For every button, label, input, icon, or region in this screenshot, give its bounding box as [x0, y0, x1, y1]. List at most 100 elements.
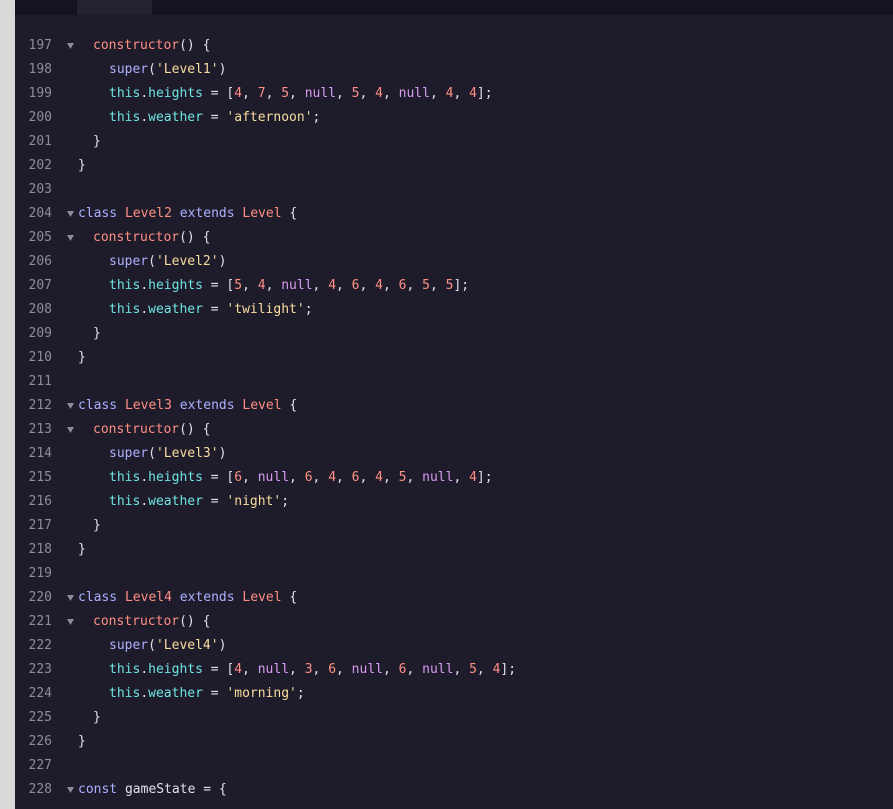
code-token: constructor — [93, 38, 180, 53]
code-line[interactable]: 212 class Level3 extends Level { — [15, 394, 893, 418]
code-line[interactable]: 223 this.heights = [4, null, 3, 6, null, … — [15, 658, 893, 682]
code-text: this.heights = [4, 7, 5, null, 5, 4, nul… — [78, 82, 493, 106]
fold-chevron-down-icon[interactable] — [65, 778, 75, 802]
line-number: 228 — [28, 782, 52, 797]
code-token: 5 — [234, 278, 243, 293]
code-token: , — [406, 278, 423, 293]
fold-chevron-down-icon[interactable] — [65, 418, 75, 442]
code-line[interactable]: 213 constructor() { — [15, 418, 893, 442]
code-token: ( — [148, 62, 156, 77]
code-line[interactable]: 228 const gameState = { — [15, 778, 893, 802]
code-token: heights — [148, 662, 203, 677]
code-editor-window: 197 constructor() {198 super('Level1') 199 t… — [0, 0, 893, 809]
code-line[interactable]: 204 class Level2 extends Level { — [15, 202, 893, 226]
line-number: 203 — [28, 182, 52, 197]
code-token: 6 — [234, 470, 243, 485]
code-line[interactable]: 203 — [15, 178, 893, 202]
fold-chevron-down-icon[interactable] — [65, 610, 75, 634]
code-line[interactable]: 207 this.heights = [5, 4, null, 4, 6, 4, … — [15, 274, 893, 298]
fold-chevron-down-icon[interactable] — [65, 226, 75, 250]
line-number: 225 — [28, 710, 52, 725]
code-token: heights — [148, 470, 203, 485]
code-token: ) — [218, 446, 227, 461]
line-number: 215 — [28, 470, 52, 485]
code-token: , — [312, 278, 329, 293]
code-text: this.heights = [6, null, 6, 4, 6, 4, 5, … — [78, 466, 493, 490]
code-token: 'afternoon' — [226, 110, 313, 125]
code-token: null — [398, 86, 430, 101]
code-line[interactable]: 205 constructor() { — [15, 226, 893, 250]
code-token: , — [242, 278, 258, 293]
code-line[interactable]: 199 this.heights = [4, 7, 5, null, 5, 4, … — [15, 82, 893, 106]
code-token: gameState — [124, 782, 196, 797]
code-token: this — [109, 302, 141, 317]
code-line[interactable]: 225} — [15, 706, 893, 730]
code-token: weather — [148, 302, 203, 317]
code-line[interactable]: 211 — [15, 370, 893, 394]
code-token: ; — [312, 110, 321, 125]
code-text: } — [78, 130, 101, 154]
fold-chevron-down-icon[interactable] — [65, 34, 75, 58]
code-line[interactable]: 209} — [15, 322, 893, 346]
fold-chevron-down-icon[interactable] — [65, 586, 75, 610]
code-line[interactable]: 208 this.weather = 'twilight'; — [15, 298, 893, 322]
code-token: , — [242, 662, 258, 677]
code-token: 'Level4' — [155, 638, 219, 653]
code-token: . — [140, 86, 149, 101]
code-token: , — [382, 470, 399, 485]
code-text: constructor() { — [78, 34, 210, 58]
code-text: constructor() { — [78, 226, 210, 250]
fold-chevron-down-icon[interactable] — [65, 394, 75, 418]
code-token: 'night' — [226, 494, 282, 509]
code-line[interactable]: 215 this.heights = [6, null, 6, 4, 6, 4, … — [15, 466, 893, 490]
code-line[interactable]: 201} — [15, 130, 893, 154]
code-line[interactable]: 227 — [15, 754, 893, 778]
code-token: Level3 — [124, 398, 172, 413]
code-line[interactable]: 221 constructor() { — [15, 610, 893, 634]
tab-active[interactable] — [77, 0, 152, 15]
code-token: { — [281, 398, 298, 413]
code-token: , — [382, 86, 399, 101]
code-token: { — [281, 590, 298, 605]
fold-chevron-down-icon[interactable] — [65, 202, 75, 226]
code-token: = [ — [202, 278, 235, 293]
code-line[interactable]: 197 constructor() { — [15, 34, 893, 58]
code-line[interactable]: 202} — [15, 154, 893, 178]
code-token: 4 — [328, 278, 337, 293]
code-text: const gameState = { — [78, 778, 227, 802]
line-number: 205 — [28, 230, 52, 245]
code-line[interactable]: 200 this.weather = 'afternoon'; — [15, 106, 893, 130]
code-line[interactable]: 220 class Level4 extends Level { — [15, 586, 893, 610]
line-number: 212 — [28, 398, 52, 413]
code-line[interactable]: 210} — [15, 346, 893, 370]
code-line[interactable]: 222 super('Level4') — [15, 634, 893, 658]
code-token: 'twilight' — [226, 302, 305, 317]
code-token: , — [289, 662, 305, 677]
code-line[interactable]: 218} — [15, 538, 893, 562]
code-token: Level — [242, 206, 282, 221]
code-line[interactable]: 214 super('Level3') — [15, 442, 893, 466]
code-token: super — [109, 446, 149, 461]
code-line[interactable]: 206 super('Level2') — [15, 250, 893, 274]
code-line[interactable]: 224 this.weather = 'morning'; — [15, 682, 893, 706]
code-token: } — [93, 710, 101, 725]
code-editor[interactable]: 197 constructor() {198 super('Level1') 199 t… — [15, 34, 893, 809]
code-line[interactable]: 219 — [15, 562, 893, 586]
code-token: 4 — [328, 470, 337, 485]
code-token: 6 — [351, 470, 360, 485]
code-line[interactable]: 216 this.weather = 'night'; — [15, 490, 893, 514]
line-number: 200 — [28, 110, 52, 125]
code-token: extends — [171, 206, 243, 221]
code-line[interactable]: 217} — [15, 514, 893, 538]
line-number: 224 — [28, 686, 52, 701]
code-token: 6 — [351, 278, 360, 293]
line-number: 217 — [28, 518, 52, 533]
code-line[interactable]: 198 super('Level1') — [15, 58, 893, 82]
code-token: 4 — [469, 470, 477, 485]
code-token: . — [140, 686, 149, 701]
code-token: weather — [148, 686, 203, 701]
code-text: } — [78, 730, 86, 754]
code-line[interactable]: 226} — [15, 730, 893, 754]
code-token: null — [304, 86, 337, 101]
code-token: 4 — [234, 662, 243, 677]
